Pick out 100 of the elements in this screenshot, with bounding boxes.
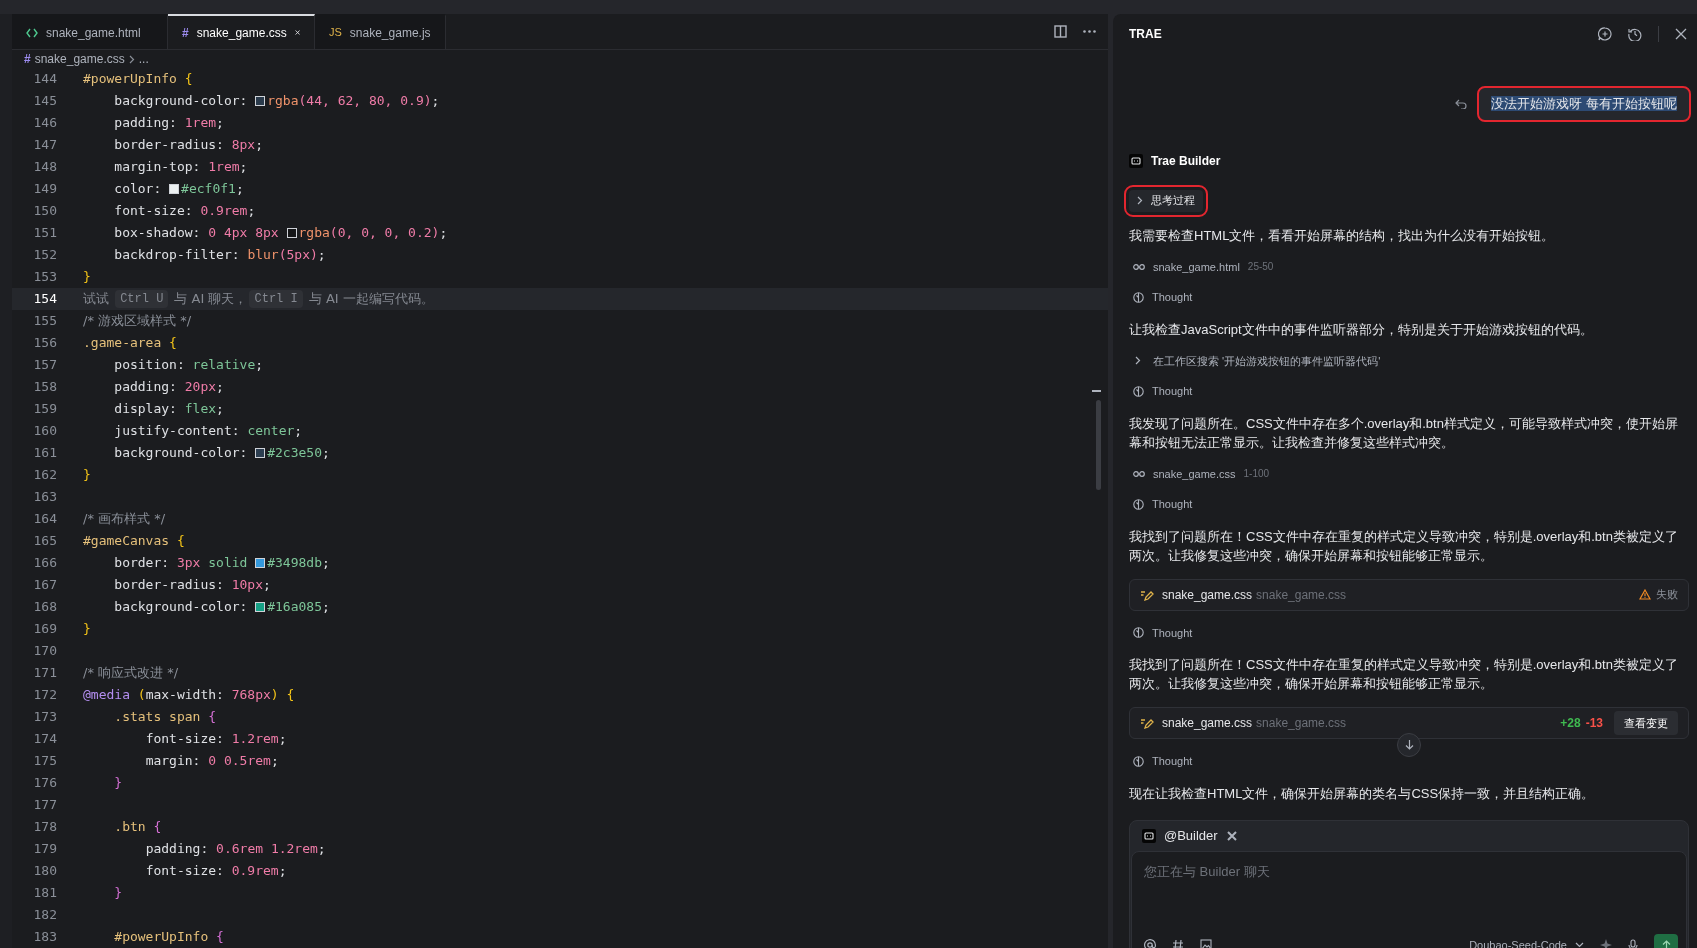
code-brackets-icon xyxy=(26,27,38,38)
code-text: .game-area { xyxy=(83,334,177,353)
code-text: } xyxy=(113,884,123,903)
scroll-position-marker xyxy=(1092,390,1101,392)
code-text: @media (max-width: 768px) { xyxy=(83,686,295,705)
color-swatch[interactable] xyxy=(255,448,266,458)
file-name[interactable]: snake_game.css xyxy=(1162,585,1253,604)
line-number: 172 xyxy=(32,686,57,705)
split-editor-icon[interactable] xyxy=(1054,25,1067,38)
line-number: 182 xyxy=(32,906,57,925)
line-number: 151 xyxy=(32,224,57,243)
inline-hint: 试试 xyxy=(83,290,110,309)
editor-tab[interactable]: snake_game.html xyxy=(12,14,168,49)
file-link[interactable]: snake_game.css xyxy=(1153,465,1236,482)
thought-icon xyxy=(1133,755,1144,767)
hash-icon[interactable] xyxy=(1172,939,1184,948)
line-number: 159 xyxy=(32,400,57,419)
code-text: backdrop-filter: blur(5px); xyxy=(113,246,326,265)
code-text: font-size: 1.2rem; xyxy=(144,730,287,749)
code-text: rgba(0, 0, 0, 0.2); xyxy=(298,224,448,243)
code-text: .stats span { xyxy=(113,708,217,727)
search-step[interactable]: 在工作区搜索 '开始游戏按钮的事件监听器代码' xyxy=(1129,352,1689,369)
code-text: font-size: 0.9rem; xyxy=(144,862,287,881)
keyboard-shortcut: Ctrl U xyxy=(115,290,169,308)
code-text: .btn { xyxy=(113,818,162,837)
code-text: } xyxy=(83,466,91,485)
model-selector[interactable]: Doubao-Seed-Code xyxy=(1469,936,1584,948)
history-icon[interactable] xyxy=(1628,27,1642,41)
line-range: 25-50 xyxy=(1247,260,1274,275)
editor-tab[interactable]: # snake_game.css xyxy=(168,14,315,49)
code-text: position: relative; xyxy=(113,356,264,375)
line-number: 181 xyxy=(32,884,57,903)
code-text: display: flex; xyxy=(113,400,224,419)
line-number: 161 xyxy=(32,444,57,463)
thought-label[interactable]: Thought xyxy=(1152,624,1193,641)
code-text: padding: 20px; xyxy=(113,378,224,397)
new-chat-icon[interactable] xyxy=(1598,27,1612,41)
line-number: 163 xyxy=(32,488,57,507)
at-icon[interactable] xyxy=(1144,939,1156,948)
thought-icon xyxy=(1133,385,1144,397)
code-text: padding: 1rem; xyxy=(113,114,224,133)
line-number: 154 xyxy=(32,290,57,309)
css-file-icon: # xyxy=(182,23,189,42)
line-number: 168 xyxy=(32,598,57,617)
user-message: 没法开始游戏呀 每有开始按钮呢 xyxy=(1479,88,1689,120)
scroll-down-button[interactable] xyxy=(1397,733,1421,757)
chevron-right-icon xyxy=(1137,196,1143,205)
line-number: 174 xyxy=(32,730,57,749)
code-text: rgba(44, 62, 80, 0.9); xyxy=(267,92,440,111)
undo-icon[interactable] xyxy=(1455,98,1468,109)
css-file-icon: # xyxy=(24,50,31,68)
thought-label[interactable]: Thought xyxy=(1152,753,1193,770)
keyboard-shortcut: Ctrl I xyxy=(249,290,303,308)
code-text: border: 3px solid xyxy=(113,554,249,573)
removed-count: -13 xyxy=(1585,715,1603,732)
chevron-right-icon xyxy=(1135,356,1141,366)
code-text: margin: 0 0.5rem; xyxy=(144,752,279,771)
color-swatch[interactable] xyxy=(255,96,266,106)
color-swatch[interactable] xyxy=(255,602,266,612)
line-number: 144 xyxy=(32,70,57,89)
close-icon[interactable] xyxy=(294,28,300,37)
glasses-icon xyxy=(1133,470,1145,478)
view-changes-button[interactable]: 查看变更 xyxy=(1614,711,1678,735)
scrollbar-thumb[interactable] xyxy=(1096,400,1101,490)
code-text: } xyxy=(83,620,91,639)
message-input[interactable]: 您正在与 Builder 聊天 xyxy=(1132,852,1686,882)
editor-tab[interactable]: JS snake_game.js xyxy=(315,14,446,49)
more-icon[interactable] xyxy=(1083,30,1096,33)
agent-mention[interactable]: @Builder xyxy=(1164,826,1218,846)
color-swatch[interactable] xyxy=(169,184,180,194)
code-text: #ecf0f1; xyxy=(181,180,244,199)
message-text: 我需要检查HTML文件，看看开始屏幕的结构，找出为什么没有开始按钮。 xyxy=(1129,226,1556,245)
line-number: 148 xyxy=(32,158,57,177)
line-number: 171 xyxy=(32,664,57,683)
warning-icon xyxy=(1639,589,1651,600)
line-number: 169 xyxy=(32,620,57,639)
code-text: #powerUpInfo { xyxy=(83,70,193,89)
code-text: background-color: xyxy=(113,444,249,463)
sparkle-icon[interactable] xyxy=(1600,939,1612,948)
file-link[interactable]: snake_game.html xyxy=(1153,258,1240,275)
microphone-icon[interactable] xyxy=(1628,938,1638,948)
color-swatch[interactable] xyxy=(286,228,297,238)
breadcrumb-item[interactable]: ... xyxy=(138,50,149,68)
code-text: /* 响应式改进 */ xyxy=(83,664,179,683)
glasses-icon xyxy=(1133,263,1145,271)
code-text: /* 画布样式 */ xyxy=(83,510,166,529)
edit-pencil-icon xyxy=(1140,717,1154,729)
thought-label[interactable]: Thought xyxy=(1152,496,1193,513)
code-text: justify-content: center; xyxy=(113,422,303,441)
thought-label[interactable]: Thought xyxy=(1152,289,1193,306)
thought-label[interactable]: Thought xyxy=(1152,383,1193,400)
chevron-down-icon xyxy=(1575,942,1584,948)
file-name[interactable]: snake_game.css xyxy=(1162,714,1253,732)
code-text: /* 游戏区域样式 */ xyxy=(83,312,192,331)
close-icon[interactable] xyxy=(1675,28,1687,40)
code-text: } xyxy=(83,268,91,287)
breadcrumb-item[interactable]: snake_game.css xyxy=(34,50,125,68)
color-swatch[interactable] xyxy=(255,558,266,568)
line-number: 175 xyxy=(32,752,57,771)
image-icon[interactable] xyxy=(1200,939,1212,948)
